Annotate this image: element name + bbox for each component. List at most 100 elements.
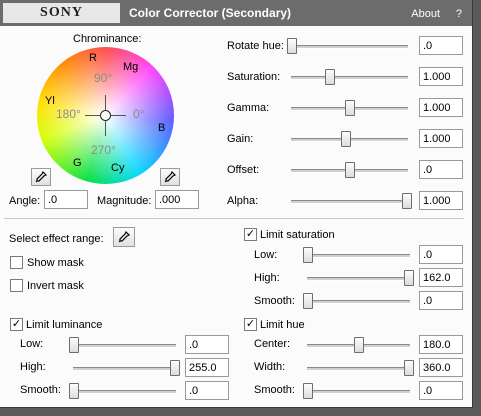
alpha-slider-thumb[interactable] xyxy=(402,193,412,209)
gain-slider-thumb[interactable] xyxy=(341,131,352,147)
saturation-slider-thumb[interactable] xyxy=(324,69,335,85)
rotate-hue-input[interactable] xyxy=(419,36,463,55)
sat-smooth-input[interactable] xyxy=(419,291,463,310)
plugin-window: SONY Color Corrector (Secondary) About ?… xyxy=(0,0,473,408)
hue-center-slider-thumb[interactable] xyxy=(353,337,364,353)
wheel-eyedropper-right[interactable] xyxy=(160,168,180,186)
hue-width-input[interactable] xyxy=(419,358,463,377)
lum-high-slider-thumb[interactable] xyxy=(170,360,180,376)
gamma-slider-thumb[interactable] xyxy=(344,100,355,116)
limit-hue-checkbox[interactable]: ✓ xyxy=(244,318,257,331)
sat-smooth-label: Smooth: xyxy=(254,295,295,307)
lum-high-label: High: xyxy=(20,361,46,373)
show-mask-label: Show mask xyxy=(27,257,84,269)
marker-mg: Mg xyxy=(123,61,139,73)
sat-low-input[interactable] xyxy=(419,245,463,264)
lum-high-slider-track[interactable] xyxy=(73,367,176,371)
sat-high-input[interactable] xyxy=(419,268,463,287)
lum-smooth-input[interactable] xyxy=(185,381,229,400)
rotate-hue-label: Rotate hue: xyxy=(227,40,284,52)
eyedropper-icon xyxy=(164,171,176,183)
hue-center-input[interactable] xyxy=(419,335,463,354)
sat-low-label: Low: xyxy=(254,249,278,261)
alpha-slider-track[interactable] xyxy=(291,200,408,204)
gamma-label: Gamma: xyxy=(227,102,270,114)
marker-cy: Cy xyxy=(111,162,125,174)
logo-text: SONY xyxy=(40,5,83,20)
saturation-input[interactable] xyxy=(419,67,463,86)
sat-high-label: High: xyxy=(254,272,280,284)
title-bar: SONY Color Corrector (Secondary) About ? xyxy=(0,0,472,26)
sat-low-slider-track[interactable] xyxy=(307,254,410,258)
gain-label: Gain: xyxy=(227,133,254,145)
gain-input[interactable] xyxy=(419,129,463,148)
checkmark-icon: ✓ xyxy=(11,318,22,330)
marker-r: R xyxy=(89,52,97,64)
lum-low-slider-thumb[interactable] xyxy=(69,337,79,353)
checkmark-icon: ✓ xyxy=(245,228,256,240)
alpha-label: Alpha: xyxy=(227,195,259,207)
sat-smooth-slider-track[interactable] xyxy=(307,300,410,304)
invert-mask-checkbox[interactable] xyxy=(10,279,23,292)
lum-low-slider-track[interactable] xyxy=(73,344,176,348)
lum-low-label: Low: xyxy=(20,338,44,350)
limit-hue-label: Limit hue xyxy=(260,319,305,331)
rotate-hue-slider-track[interactable] xyxy=(291,45,408,49)
wheel-eyedropper-left[interactable] xyxy=(31,168,51,186)
crosshair-bottom xyxy=(105,121,106,136)
crosshair-left xyxy=(85,115,100,116)
crosshair-right xyxy=(111,115,126,116)
hue-width-slider-thumb[interactable] xyxy=(404,360,414,376)
degree-0: 0° xyxy=(133,107,145,121)
saturation-slider-track[interactable] xyxy=(291,76,408,80)
divider xyxy=(4,218,464,219)
sat-smooth-slider-thumb[interactable] xyxy=(303,293,313,309)
offset-input[interactable] xyxy=(419,160,463,179)
sony-logo: SONY xyxy=(3,3,120,23)
angle-input[interactable] xyxy=(44,190,88,209)
hue-width-slider-track[interactable] xyxy=(307,367,410,371)
eyedropper-icon xyxy=(35,171,47,183)
magnitude-input[interactable] xyxy=(155,190,199,209)
checkmark-icon: ✓ xyxy=(245,318,256,330)
hue-smooth-input[interactable] xyxy=(419,381,463,400)
sat-high-slider-thumb[interactable] xyxy=(404,270,414,286)
hue-smooth-label: Smooth: xyxy=(254,384,295,396)
rotate-hue-slider-thumb[interactable] xyxy=(287,38,297,54)
limit-saturation-checkbox[interactable]: ✓ xyxy=(244,228,257,241)
saturation-label: Saturation: xyxy=(227,71,281,83)
degree-90: 90° xyxy=(94,71,113,85)
marker-yl: Yl xyxy=(45,95,55,107)
marker-g: G xyxy=(73,157,82,169)
sat-high-slider-track[interactable] xyxy=(307,277,410,281)
select-effect-range-label: Select effect range: xyxy=(9,233,104,245)
window-title: Color Corrector (Secondary) xyxy=(129,6,292,20)
lum-high-input[interactable] xyxy=(185,358,229,377)
lum-smooth-slider-track[interactable] xyxy=(73,390,176,394)
crosshair-top xyxy=(105,95,106,110)
about-link[interactable]: About xyxy=(411,8,440,20)
help-link[interactable]: ? xyxy=(456,8,462,20)
eyedropper-icon xyxy=(118,231,130,243)
limit-saturation-label: Limit saturation xyxy=(260,229,335,241)
sat-low-slider-thumb[interactable] xyxy=(303,247,313,263)
degree-270: 270° xyxy=(91,143,116,157)
gamma-input[interactable] xyxy=(419,98,463,117)
degree-180: 180° xyxy=(56,107,81,121)
effect-range-eyedropper-button[interactable] xyxy=(113,227,135,247)
wheel-center-handle[interactable] xyxy=(100,110,111,121)
hue-width-label: Width: xyxy=(254,361,286,373)
limit-luminance-checkbox[interactable]: ✓ xyxy=(10,318,23,331)
lum-smooth-slider-thumb[interactable] xyxy=(69,383,79,399)
alpha-input[interactable] xyxy=(419,191,463,210)
hue-center-label: Center: xyxy=(254,338,291,350)
hue-smooth-slider-thumb[interactable] xyxy=(303,383,313,399)
hue-smooth-slider-track[interactable] xyxy=(307,390,410,394)
magnitude-label: Magnitude: xyxy=(97,195,152,207)
lum-low-input[interactable] xyxy=(185,335,229,354)
limit-luminance-label: Limit luminance xyxy=(26,319,103,331)
lum-smooth-label: Smooth: xyxy=(20,384,61,396)
offset-slider-thumb[interactable] xyxy=(344,162,355,178)
show-mask-checkbox[interactable] xyxy=(10,256,23,269)
marker-b: B xyxy=(158,122,166,134)
